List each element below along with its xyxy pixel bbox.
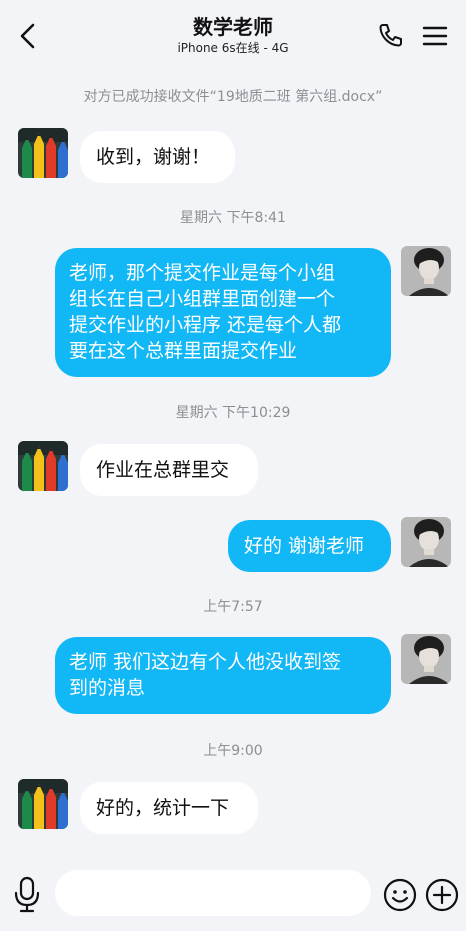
outgoing-message-bubble[interactable]: 老师 我们这边有个人他没收到签 到的消息 bbox=[55, 637, 391, 714]
timestamp: 上午9:00 bbox=[203, 743, 263, 759]
incoming-message-bubble[interactable]: 作业在总群里交 bbox=[80, 444, 258, 496]
message-text: 收到，谢谢！ bbox=[96, 146, 211, 168]
pencils-avatar-image bbox=[18, 128, 68, 178]
emoji-button[interactable] bbox=[383, 878, 417, 912]
person-photo-avatar bbox=[401, 246, 451, 296]
message-text-line: 组长在自己小组群里面创建一个 bbox=[69, 288, 336, 310]
person-photo-avatar bbox=[401, 517, 451, 567]
message-text: 作业在总群里交 bbox=[96, 459, 230, 481]
contact-avatar[interactable] bbox=[18, 779, 68, 829]
message-text-line: 到的消息 bbox=[69, 677, 146, 699]
menu-button[interactable] bbox=[422, 24, 448, 48]
message-text-line: 老师 我们这边有个人他没收到签 bbox=[69, 651, 342, 673]
outgoing-message-bubble[interactable]: 老师，那个提交作业是每个小组 组长在自己小组群里面创建一个 提交作业的小程序 还… bbox=[55, 248, 391, 377]
timestamp: 星期六 下午8:41 bbox=[180, 210, 286, 226]
phone-icon bbox=[379, 24, 402, 47]
person-photo-avatar bbox=[401, 634, 451, 684]
plus-circle-icon bbox=[425, 878, 459, 912]
message-text-line: 要在这个总群里面提交作业 bbox=[69, 340, 298, 362]
file-received-notice: 对方已成功接收文件“19地质二班 第六组.docx” bbox=[83, 89, 383, 105]
outgoing-message-bubble[interactable]: 好的 谢谢老师 bbox=[228, 520, 391, 572]
chat-header: 数学老师 iPhone 6s在线 - 4G bbox=[0, 0, 466, 72]
incoming-message-bubble[interactable]: 收到，谢谢！ bbox=[80, 131, 235, 183]
message-text-line: 提交作业的小程序 还是每个人都 bbox=[69, 314, 342, 336]
my-avatar[interactable] bbox=[401, 246, 451, 296]
pencils-avatar-image bbox=[18, 779, 68, 829]
timestamp: 上午7:57 bbox=[203, 599, 263, 615]
voice-button[interactable] bbox=[13, 876, 41, 914]
smiley-icon bbox=[383, 878, 417, 912]
message-text: 好的，统计一下 bbox=[96, 797, 230, 819]
timestamp: 星期六 下午10:29 bbox=[175, 405, 291, 421]
incoming-message-bubble[interactable]: 好的，统计一下 bbox=[80, 782, 258, 834]
microphone-icon bbox=[14, 876, 40, 913]
more-button[interactable] bbox=[425, 878, 459, 912]
pencils-avatar-image bbox=[18, 441, 68, 491]
message-text-line: 老师，那个提交作业是每个小组 bbox=[69, 262, 336, 284]
hamburger-menu-icon bbox=[422, 26, 448, 46]
contact-avatar[interactable] bbox=[18, 441, 68, 491]
message-input-bar bbox=[0, 858, 466, 931]
contact-avatar[interactable] bbox=[18, 128, 68, 178]
my-avatar[interactable] bbox=[401, 634, 451, 684]
my-avatar[interactable] bbox=[401, 517, 451, 567]
message-input[interactable] bbox=[55, 870, 371, 916]
call-button[interactable] bbox=[378, 22, 404, 48]
message-text: 好的 谢谢老师 bbox=[244, 535, 365, 557]
